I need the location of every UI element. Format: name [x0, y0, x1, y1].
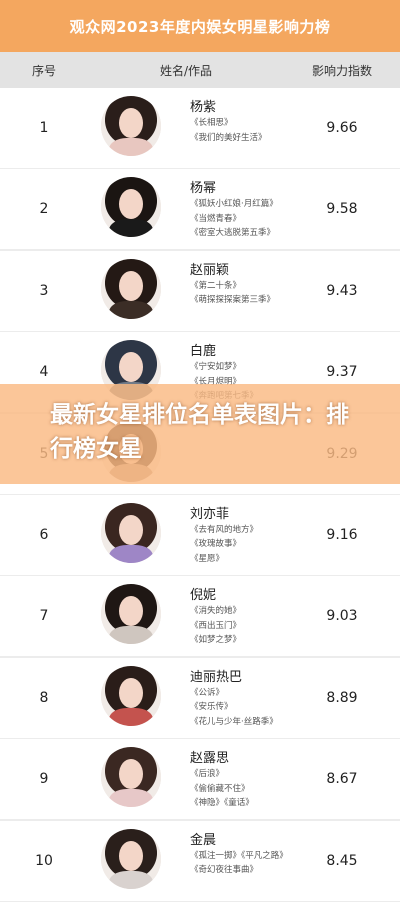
- work-title: 《孤注一掷》《平凡之路》: [190, 850, 288, 861]
- page-title: 观众网2023年度内娱女明星影响力榜: [0, 0, 400, 52]
- table-row[interactable]: 2 杨幂《狐妖小红娘·月红篇》 《当燃青春》《密室大逃脱第五季》 9.58: [0, 169, 400, 250]
- star-name: 白鹿: [190, 344, 217, 360]
- avatar: [101, 502, 161, 563]
- rank-number: 2: [39, 201, 49, 218]
- influence-score: 9.16: [326, 526, 358, 543]
- work-title: 《安乐传》: [190, 702, 233, 713]
- table-row[interactable]: 9 赵露思《后浪》《偷偷藏不住》 《神隐》《童话》 8.67: [0, 739, 400, 820]
- work-title: 《后浪》: [190, 769, 225, 780]
- rank-number: 1: [39, 120, 49, 136]
- avatar: [101, 258, 161, 319]
- table-row[interactable]: 7 倪妮 《消失的她》 《西出玉门》 《如梦之梦》 9.03: [0, 576, 400, 657]
- work-title: 《当燃青春》: [190, 213, 242, 224]
- works-list: 《孤注一掷》《平凡之路》 《奇幻夜往事曲》: [190, 849, 288, 878]
- work-title: 《花儿与少年·丝路季》: [190, 716, 278, 727]
- influence-score: 8.89: [326, 689, 358, 706]
- rank-number: 9: [39, 771, 49, 788]
- rank-number: 6: [39, 526, 49, 543]
- table-header: 序号 姓名/作品 影响力指数: [0, 52, 400, 88]
- star-name: 赵丽颖: [190, 262, 230, 278]
- work-title: 《公诉》: [190, 687, 225, 698]
- caption-title: 最新女星排位名单表图片：排行榜女星: [50, 402, 349, 462]
- table-row[interactable]: 3 赵丽颖《第二十条》《萌探探探案第三季》 9.43: [0, 250, 400, 331]
- column-name: 姓名/作品: [159, 63, 213, 78]
- avatar: [101, 747, 161, 808]
- influence-score: 9.03: [326, 608, 358, 625]
- star-name: 杨幂: [190, 181, 217, 197]
- table-row[interactable]: 8 迪丽热巴《公诉》《安乐传》《花儿与少年·丝路季》 8.89: [0, 657, 400, 738]
- work-title: 《消失的她》: [190, 606, 242, 617]
- work-title: 《如梦之梦》: [190, 635, 242, 646]
- star-name: 迪丽热巴: [190, 669, 243, 685]
- star-name: 倪妮: [190, 588, 217, 604]
- influence-score: 9.66: [326, 120, 358, 136]
- work-title: 《去有风的地方》: [190, 524, 259, 535]
- work-title: 《奇幻夜往事曲》: [190, 865, 259, 876]
- influence-score: 8.67: [326, 771, 358, 788]
- table-row[interactable]: 1 杨紫《长相思》《我们的美好生活》 9.66: [0, 88, 400, 168]
- work-title: 《密室大逃脱第五季》: [190, 228, 276, 239]
- works-list: 《消失的她》 《西出玉门》 《如梦之梦》: [190, 604, 241, 648]
- table-row[interactable]: 6 刘亦菲 《去有风的地方》 《玫瑰故事》 《星愿》 9.16: [0, 494, 400, 575]
- influence-score: 9.43: [326, 282, 358, 299]
- work-title: 《我们的美好生活》: [190, 132, 267, 143]
- work-title: 《宁安如梦》: [190, 362, 242, 373]
- avatar: [101, 177, 161, 238]
- works-list: 《狐妖小红娘·月红篇》 《当燃青春》《密室大逃脱第五季》: [190, 197, 278, 241]
- works-list: 《去有风的地方》 《玫瑰故事》 《星愿》: [190, 523, 258, 567]
- influence-score: 9.58: [326, 201, 358, 218]
- avatar: [101, 584, 161, 645]
- works-list: 《公诉》《安乐传》《花儿与少年·丝路季》: [190, 686, 278, 730]
- column-rank: 序号: [31, 63, 56, 78]
- star-name: 赵露思: [190, 751, 230, 767]
- works-list: 《长相思》《我们的美好生活》: [190, 116, 267, 145]
- rank-number: 7: [39, 608, 49, 625]
- column-score: 影响力指数: [311, 63, 372, 78]
- work-title: 《星愿》: [190, 553, 225, 564]
- rank-number: 10: [35, 852, 53, 869]
- works-list: 《后浪》《偷偷藏不住》 《神隐》《童话》: [190, 767, 254, 811]
- influence-score: 8.45: [326, 852, 358, 869]
- work-title: 《西出玉门》: [190, 620, 242, 631]
- avatar: [101, 665, 161, 726]
- work-title: 《玫瑰故事》: [190, 539, 242, 550]
- work-title: 《偷偷藏不住》: [190, 783, 250, 794]
- ranking-table: 1 杨紫 《长相思》 《我们的美好生活》 9.66 2 杨幂 《狐妖小红娘·月红篇》 《当燃青春…: [0, 88, 400, 902]
- avatar: [101, 96, 161, 156]
- table-row[interactable]: 10 金晨 《孤注一掷》《平凡之路》 《奇幻夜往事曲》 8.45: [0, 820, 400, 901]
- works-list: 《第二十条》《萌探探探案第三季》: [190, 279, 275, 308]
- work-title: 《狐妖小红娘·月红篇》: [190, 199, 278, 210]
- work-title: 《神隐》《童话》: [190, 798, 254, 809]
- avatar: [101, 828, 161, 889]
- rank-number: 8: [39, 689, 49, 706]
- star-name: 金晨: [190, 832, 217, 848]
- work-title: 《长相思》: [190, 118, 233, 128]
- work-title: 《第二十条》: [190, 280, 242, 291]
- star-name: 刘亦菲: [190, 506, 230, 522]
- work-title: 《萌探探探案第三季》: [190, 295, 276, 306]
- rank-number: 3: [39, 282, 49, 299]
- star-name: 杨紫: [190, 100, 217, 115]
